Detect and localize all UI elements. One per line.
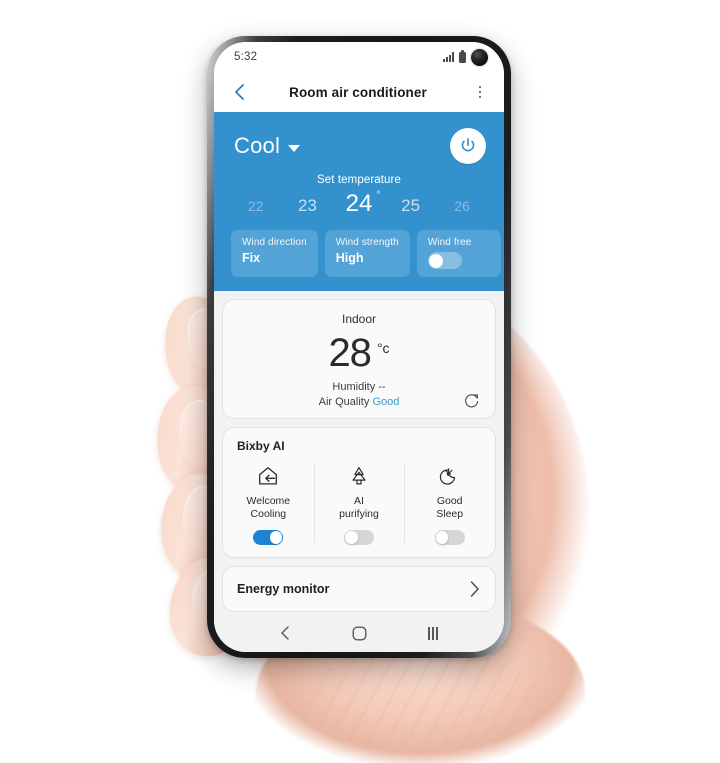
indoor-status-card: Indoor 28 °c Humidity -- Air Quality Goo…: [222, 299, 496, 419]
power-icon: [461, 138, 475, 152]
chip-wind-strength[interactable]: Wind strength High: [324, 230, 410, 277]
humidity-row: Humidity --: [237, 381, 481, 393]
toggle-knob: [269, 531, 283, 545]
temp-option-23[interactable]: 23: [282, 197, 334, 215]
app-bar: Room air conditioner: [214, 72, 504, 112]
bixby-ai-title: Bixby AI: [237, 439, 285, 453]
nav-back-icon: [281, 626, 289, 640]
degree-symbol: °: [376, 190, 381, 201]
air-quality-value: Good: [372, 396, 400, 408]
chip-value: Fix: [242, 251, 261, 265]
label-line-2: Cooling: [250, 508, 287, 521]
more-dot: [478, 85, 482, 89]
chevron-right-icon: [470, 581, 479, 597]
refresh-icon: [465, 394, 479, 408]
moon-sparkle-icon: [438, 463, 462, 489]
nav-home-button[interactable]: [342, 621, 376, 645]
chip-title: Wind direction: [242, 237, 307, 248]
nav-recents-button[interactable]: [416, 621, 450, 645]
power-button[interactable]: [450, 128, 486, 164]
pine-tree-icon: [347, 463, 371, 489]
ai-purifying-toggle[interactable]: [344, 530, 374, 546]
ac-control-panel: Cool Set temperature 22 23 24 ° 25 26 Wi…: [214, 112, 504, 291]
wind-free-toggle[interactable]: [427, 252, 462, 269]
indoor-temperature-row: 28 °c: [237, 331, 481, 375]
chip-title: Wind strength: [335, 237, 399, 248]
indoor-title: Indoor: [341, 312, 377, 326]
palm-creases: [300, 650, 540, 750]
bixby-ai-card: Bixby AI Welcome Cooling AI purifying Go…: [222, 427, 496, 559]
temp-value-selected: 24 °: [345, 190, 381, 217]
air-quality-row: Air Quality Good: [237, 396, 481, 408]
temp-option-22[interactable]: 22: [230, 199, 282, 215]
toggle-knob: [429, 253, 444, 268]
page-title: Room air conditioner: [289, 84, 427, 100]
more-dot: [478, 95, 482, 99]
chevron-left-icon: [234, 84, 244, 100]
temp-value: 26: [454, 198, 470, 214]
temp-option-25[interactable]: 25: [385, 197, 437, 215]
status-time: 5:32: [234, 51, 258, 63]
mode-selector[interactable]: Cool: [234, 133, 301, 159]
battery-icon: [459, 49, 466, 63]
status-icons: [443, 48, 488, 66]
signal-icon: [443, 52, 454, 62]
label-line-1: AI: [354, 495, 364, 507]
system-nav-bar: [214, 616, 504, 652]
set-temperature-label: Set temperature: [317, 174, 401, 186]
phone-device: 5:32 Room air conditioner Cool Set tempe…: [207, 36, 511, 658]
bixby-item-good-sleep[interactable]: Good Sleep: [404, 461, 495, 546]
bixby-item-label: Welcome Cooling: [247, 495, 291, 521]
bixby-item-welcome-cooling[interactable]: Welcome Cooling: [223, 461, 314, 546]
more-options-button[interactable]: [470, 81, 490, 103]
label-line-2: Sleep: [436, 508, 464, 521]
bixby-item-label: AI purifying: [339, 495, 379, 521]
humidity-label: Humidity: [332, 381, 376, 393]
energy-monitor-label: Energy monitor: [237, 582, 330, 597]
temp-option-24-selected[interactable]: 24 °: [333, 190, 385, 217]
chip-wind-free[interactable]: Wind free: [416, 230, 501, 277]
good-sleep-toggle[interactable]: [434, 530, 465, 546]
bixby-item-ai-purifying[interactable]: AI purifying: [313, 461, 405, 546]
temperature-picker[interactable]: 22 23 24 ° 25 26: [214, 190, 504, 217]
quick-settings-chips: Wind direction Fix Wind strength High Wi…: [214, 230, 504, 277]
label-line-1: Welcome: [246, 495, 291, 507]
status-bar: 5:32: [214, 42, 504, 72]
refresh-button[interactable]: [463, 392, 481, 410]
nav-back-button[interactable]: [268, 621, 302, 645]
air-quality-label: Air Quality: [318, 396, 370, 408]
indoor-temperature-unit: °c: [376, 340, 390, 356]
toggle-knob: [435, 531, 449, 545]
temp-number: 24: [345, 190, 373, 217]
welcome-cooling-toggle[interactable]: [253, 530, 284, 546]
caret-down-icon: [288, 144, 301, 152]
temp-option-26[interactable]: 26: [436, 199, 488, 215]
toggle-knob: [345, 531, 358, 545]
screenshot-stage: 5:32 Room air conditioner Cool Set tempe…: [0, 0, 720, 763]
bixby-item-label: Good Sleep: [436, 495, 463, 521]
bixby-ai-items: Welcome Cooling AI purifying Good Sleep: [223, 461, 495, 546]
label-line-2: purifying: [339, 508, 379, 521]
nav-recents-icon: [427, 626, 439, 640]
label-line-1: Good: [436, 495, 463, 507]
temp-value: 22: [248, 198, 264, 214]
chip-title: Wind free: [427, 237, 472, 248]
humidity-value: --: [378, 381, 386, 393]
energy-monitor-row[interactable]: Energy monitor: [222, 566, 496, 613]
nav-home-icon: [352, 626, 367, 641]
home-arrow-in-icon: [255, 463, 281, 489]
indoor-temperature-value: 28: [328, 331, 371, 375]
main-content: Indoor 28 °c Humidity -- Air Quality Goo…: [214, 291, 504, 616]
temp-value: 23: [297, 196, 317, 215]
chip-wind-direction[interactable]: Wind direction Fix: [231, 230, 318, 277]
mode-label: Cool: [234, 133, 281, 158]
mode-row: Cool: [214, 124, 504, 168]
chip-value: High: [335, 251, 364, 265]
front-camera-icon: [471, 48, 488, 66]
temp-value: 25: [401, 196, 421, 215]
more-dot: [478, 90, 482, 94]
phone-screen: 5:32 Room air conditioner Cool Set tempe…: [214, 42, 504, 652]
